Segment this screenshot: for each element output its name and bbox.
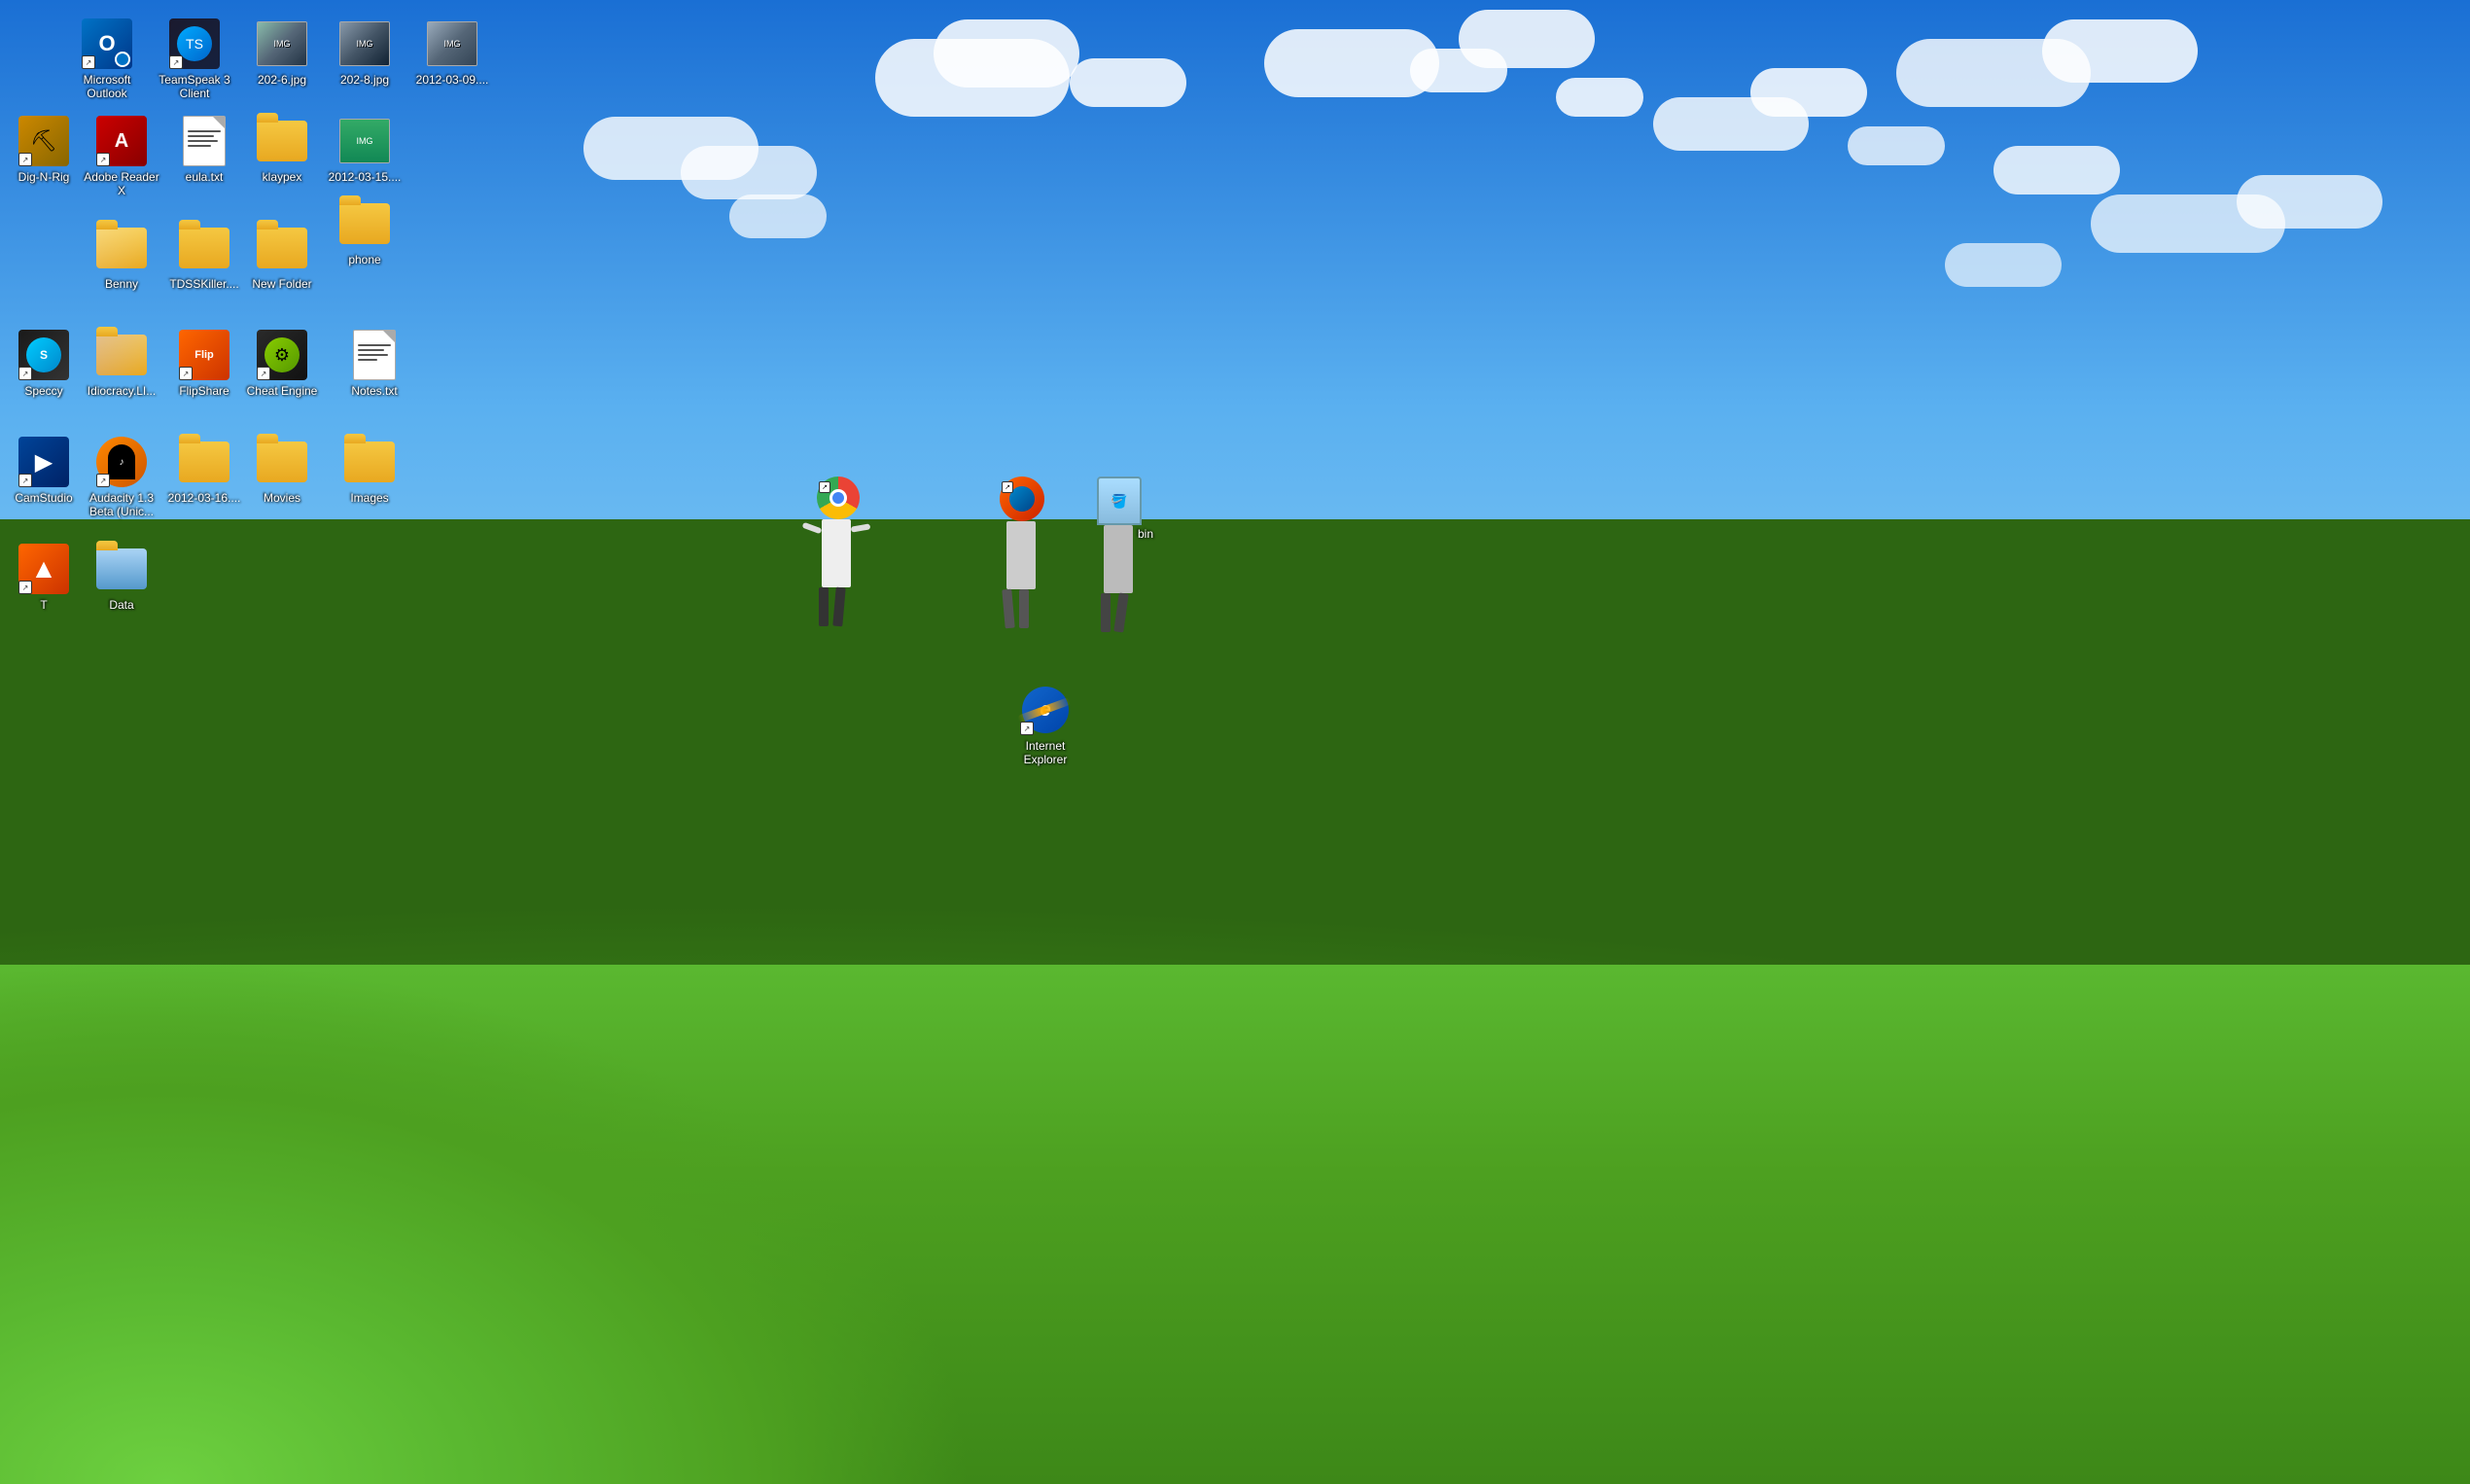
movies-label: Movies [264, 491, 300, 505]
dig-n-rig-label: Dig-N-Rig [18, 170, 70, 184]
icon-movies[interactable]: Movies [238, 433, 326, 509]
klaypex-icon [257, 116, 307, 166]
internet-explorer-label: InternetExplorer [1024, 739, 1068, 767]
klaypex-label: klaypex [263, 170, 302, 184]
tdsskiller-label: TDSSKiller.... [169, 277, 238, 291]
adobe-reader-icon: A ↗ [96, 116, 147, 166]
eula-txt-icon [179, 116, 229, 166]
shortcut-arrow: ↗ [257, 367, 270, 380]
icon-klaypex[interactable]: klaypex [238, 112, 326, 188]
microsoft-outlook-icon: O ↗ [82, 18, 132, 69]
internet-explorer-icon: e ↗ [1020, 685, 1071, 735]
benny-label: Benny [105, 277, 138, 291]
shortcut-arrow: ↗ [96, 153, 110, 166]
t-label: T [40, 598, 47, 612]
audacity-label: Audacity 1.3 Beta (Unic... [82, 491, 161, 519]
images-icon [344, 437, 395, 487]
idiocracy-icon [96, 330, 147, 380]
shortcut-arrow: ↗ [82, 55, 95, 69]
icon-new-folder[interactable]: New Folder [238, 219, 326, 295]
images-label: Images [350, 491, 388, 505]
new-folder-label: New Folder [252, 277, 311, 291]
2012-03-16-label: 2012-03-16.... [168, 491, 241, 505]
icon-idiocracy[interactable]: Idiocracy.LI... [78, 326, 165, 402]
shortcut-arrow: ↗ [18, 367, 32, 380]
icon-data[interactable]: Data [78, 540, 165, 616]
data-label: Data [109, 598, 133, 612]
microsoft-outlook-label: Microsoft Outlook [67, 73, 147, 101]
benny-icon [96, 223, 147, 273]
icon-dig-n-rig[interactable]: ⛏ ↗ Dig-N-Rig [0, 112, 88, 188]
shortcut-arrow: ↗ [18, 153, 32, 166]
shortcut-arrow: ↗ [96, 474, 110, 487]
icon-phone[interactable]: phone [321, 194, 408, 270]
data-icon [96, 544, 147, 594]
icon-audacity[interactable]: ♪ ↗ Audacity 1.3 Beta (Unic... [78, 433, 165, 523]
audacity-icon: ♪ ↗ [96, 437, 147, 487]
icon-cheat-engine[interactable]: ⚙ ↗ Cheat Engine [238, 326, 326, 402]
shortcut-arrow: ↗ [169, 55, 183, 69]
icon-flipshare[interactable]: Flip ↗ FlipShare [160, 326, 248, 402]
t-icon: ▲ ↗ [18, 544, 69, 594]
icon-eula-txt[interactable]: eula.txt [160, 112, 248, 188]
icon-camstudio[interactable]: ▶ ↗ CamStudio [0, 433, 88, 509]
bin-character: 🪣 bin [1079, 477, 1157, 632]
2012-03-16-icon [179, 437, 229, 487]
shortcut-arrow: ↗ [18, 474, 32, 487]
dig-n-rig-icon: ⛏ ↗ [18, 116, 69, 166]
phone-label: phone [348, 253, 380, 266]
movies-icon [257, 437, 307, 487]
icon-internet-explorer[interactable]: e ↗ InternetExplorer [1002, 681, 1089, 771]
new-folder-icon [257, 223, 307, 273]
flipshare-label: FlipShare [179, 384, 229, 398]
icon-2012-03-16[interactable]: 2012-03-16.... [160, 433, 248, 509]
shortcut-arrow: ↗ [179, 367, 193, 380]
icon-tdsskiller[interactable]: TDSSKiller.... [160, 219, 248, 295]
icon-202-8-jpg[interactable]: IMG 202-8.jpg [321, 15, 408, 90]
bin-label: bin [1138, 527, 1153, 541]
202-6-jpg-icon: IMG [257, 18, 307, 69]
2012-03-15-icon: IMG [339, 116, 390, 166]
flipshare-icon: Flip ↗ [179, 330, 229, 380]
icon-2012-03-15[interactable]: IMG 2012-03-15.... [321, 112, 408, 188]
icon-2012-03-09[interactable]: IMG 2012-03-09.... [408, 15, 496, 90]
speccy-icon: S ↗ [18, 330, 69, 380]
teamspeak3-label: TeamSpeak 3 Client [155, 73, 234, 101]
2012-03-09-label: 2012-03-09.... [416, 73, 489, 87]
notes-txt-icon [349, 330, 400, 380]
2012-03-09-icon: IMG [427, 18, 477, 69]
202-8-jpg-icon: IMG [339, 18, 390, 69]
2012-03-15-label: 2012-03-15.... [329, 170, 402, 184]
icon-adobe-reader[interactable]: A ↗ Adobe Reader X [78, 112, 165, 202]
icon-speccy[interactable]: S ↗ Speccy [0, 326, 88, 402]
shortcut-arrow: ↗ [18, 581, 32, 594]
cheat-engine-label: Cheat Engine [247, 384, 318, 398]
camstudio-label: CamStudio [15, 491, 72, 505]
tdsskiller-icon [179, 223, 229, 273]
icon-images[interactable]: Images [326, 433, 413, 509]
desktop: O ↗ Microsoft Outlook TS ↗ TeamSpeak 3 C… [0, 0, 2470, 1484]
icon-teamspeak3[interactable]: TS ↗ TeamSpeak 3 Client [151, 15, 238, 105]
cheat-engine-icon: ⚙ ↗ [257, 330, 307, 380]
firefox-character: ↗ [982, 477, 1060, 632]
icon-benny[interactable]: Benny [78, 219, 165, 295]
202-6-jpg-label: 202-6.jpg [258, 73, 306, 87]
icon-202-6-jpg[interactable]: IMG 202-6.jpg [238, 15, 326, 90]
chrome-character: ↗ [797, 477, 875, 632]
phone-icon [339, 198, 390, 249]
teamspeak3-icon: TS ↗ [169, 18, 220, 69]
shortcut-arrow: ↗ [1020, 722, 1034, 735]
icon-t[interactable]: ▲ ↗ T [0, 540, 88, 616]
idiocracy-label: Idiocracy.LI... [88, 384, 156, 398]
camstudio-icon: ▶ ↗ [18, 437, 69, 487]
202-8-jpg-label: 202-8.jpg [340, 73, 389, 87]
notes-txt-label: Notes.txt [351, 384, 397, 398]
icon-notes-txt[interactable]: Notes.txt [331, 326, 418, 402]
eula-txt-label: eula.txt [186, 170, 224, 184]
adobe-reader-label: Adobe Reader X [82, 170, 161, 198]
icon-microsoft-outlook[interactable]: O ↗ Microsoft Outlook [63, 15, 151, 105]
speccy-label: Speccy [24, 384, 62, 398]
